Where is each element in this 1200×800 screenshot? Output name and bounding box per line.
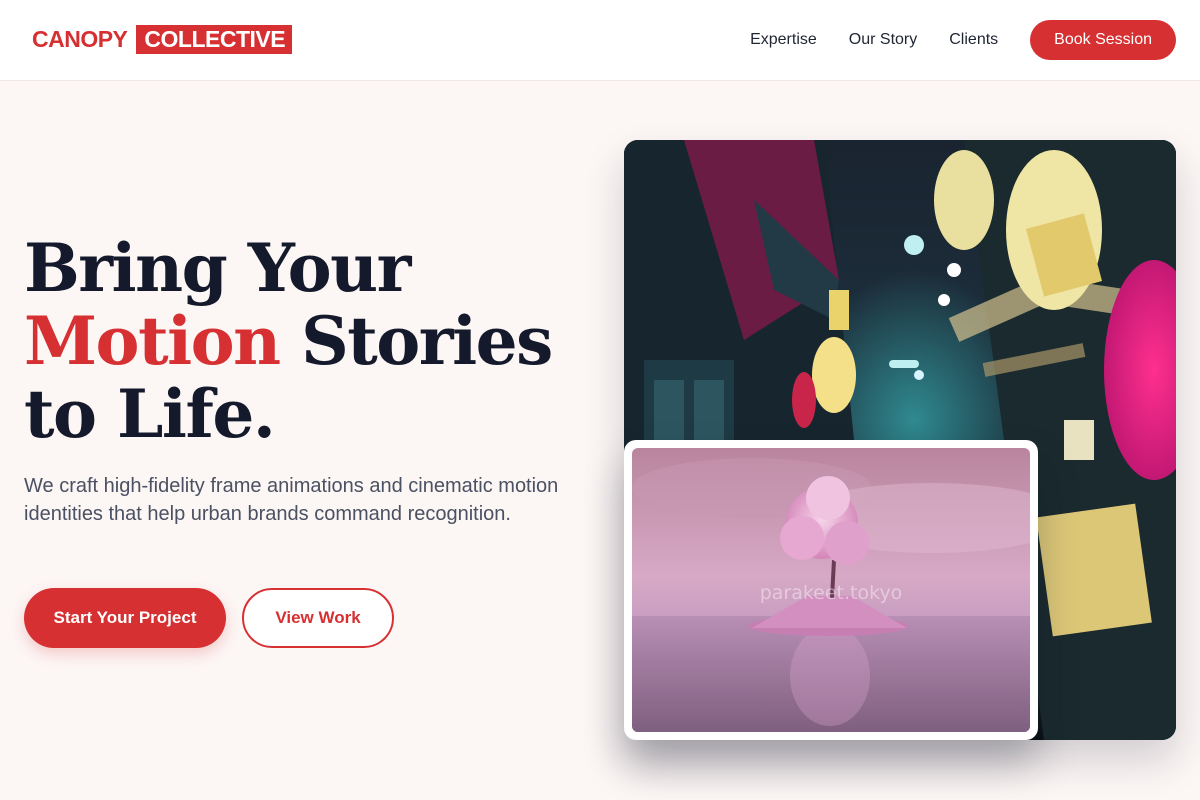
main-nav: Expertise Our Story Clients Book Session xyxy=(750,20,1176,60)
hero-title-line1: Bring Your xyxy=(24,229,411,307)
book-session-button[interactable]: Book Session xyxy=(1030,20,1176,60)
image-watermark: parakeet.tokyo xyxy=(759,582,903,604)
site-header: CANOPY COLLECTIVE Expertise Our Story Cl… xyxy=(0,0,1200,81)
hero-subtitle: We craft high-fidelity frame animations … xyxy=(24,475,559,525)
hero-title: Bring Your Motion Stories to Life. xyxy=(24,229,553,453)
nav-link-our-story[interactable]: Our Story xyxy=(849,20,917,60)
hero-title-line3: to Life. xyxy=(24,375,276,453)
start-project-button[interactable]: Start Your Project xyxy=(24,588,226,648)
brand-logo[interactable]: CANOPY COLLECTIVE xyxy=(32,25,293,54)
overlay-image-card: parakeet.tokyo xyxy=(624,440,1038,740)
nav-link-clients[interactable]: Clients xyxy=(949,20,998,60)
hero-title-accent: Motion xyxy=(24,302,281,380)
hero-title-line2: Stories xyxy=(279,302,553,380)
logo-text-collective: COLLECTIVE xyxy=(136,25,293,54)
overlay-image-pink-tree: parakeet.tokyo xyxy=(632,448,1030,732)
view-work-button[interactable]: View Work xyxy=(242,588,394,648)
logo-text-canopy: CANOPY xyxy=(32,26,128,52)
nav-link-expertise[interactable]: Expertise xyxy=(750,20,817,60)
